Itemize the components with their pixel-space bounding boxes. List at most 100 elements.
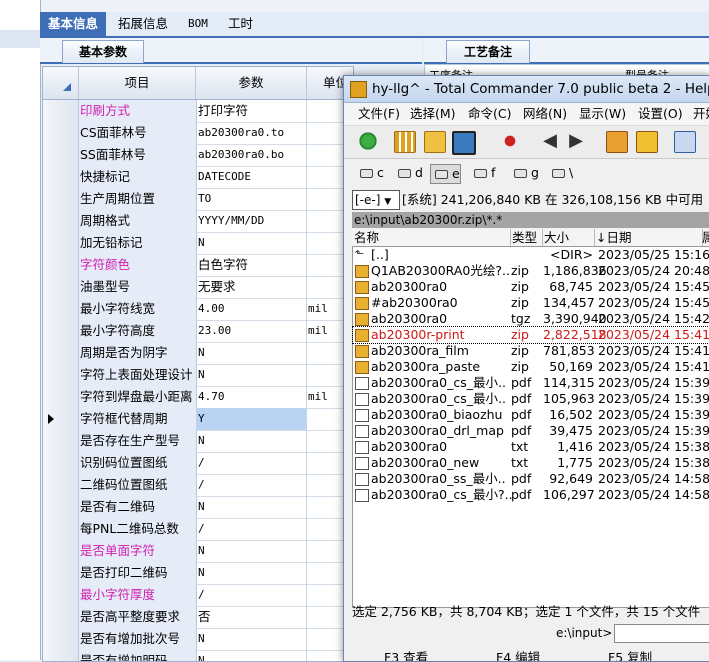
param-value[interactable]: 否 — [196, 606, 307, 628]
row-indicator[interactable] — [43, 386, 79, 408]
table-row[interactable]: 快捷标记 DATECODE — [43, 166, 353, 189]
table-row[interactable]: 周期格式 YYYY/MM/DD — [43, 210, 353, 233]
param-value[interactable]: 4.00 — [196, 298, 307, 320]
param-value[interactable]: N — [196, 628, 307, 650]
table-row[interactable]: 每PNL二维码总数 / — [43, 518, 353, 541]
table-row[interactable]: 周期是否为阴字 N — [43, 342, 353, 365]
table-row[interactable]: 字符上表面处理设计 N — [43, 364, 353, 387]
row-indicator[interactable] — [43, 430, 79, 452]
param-value[interactable]: N — [196, 342, 307, 364]
table-row[interactable]: SS面菲林号 ab20300ra0.bo — [43, 144, 353, 167]
param-value[interactable]: N — [196, 650, 307, 661]
param-value[interactable]: ab20300ra0.to — [196, 122, 307, 144]
drive-button-e[interactable]: e — [430, 164, 461, 184]
menu-network[interactable]: 网络(N) — [523, 103, 567, 125]
row-indicator[interactable] — [43, 122, 79, 144]
file-row[interactable]: ab20300ra0_biaozhu pdf 16,502 2023/05/24 15… — [353, 407, 709, 423]
param-value[interactable]: 23.00 — [196, 320, 307, 342]
tab-process-notes[interactable]: 工艺备注 — [446, 40, 530, 63]
param-value[interactable]: N — [196, 540, 307, 562]
col-type[interactable]: 类型 — [510, 229, 543, 246]
drive-select[interactable]: [-e-] ▼ — [352, 190, 400, 210]
back-arrow-icon[interactable]: ◀ — [540, 131, 560, 151]
unpack-files-icon[interactable] — [636, 131, 658, 153]
file-row[interactable]: ab20300ra_paste zip 50,169 2023/05/24 15:41… — [353, 359, 709, 375]
tc-title-bar[interactable]: hy-llg^ - Total Commander 7.0 public bet… — [344, 76, 709, 103]
drive-button-f[interactable]: f — [470, 164, 495, 182]
menu-select[interactable]: 选择(M) — [410, 103, 456, 125]
menu-view[interactable]: 显示(W) — [579, 103, 626, 125]
row-indicator[interactable] — [43, 100, 79, 122]
drive-button-g[interactable]: g — [510, 164, 539, 182]
row-indicator[interactable] — [43, 232, 79, 254]
full-view-icon[interactable] — [424, 131, 446, 153]
row-indicator[interactable] — [43, 298, 79, 320]
file-row[interactable]: ab20300ra0_new txt 1,775 2023/05/24 15:38-a — [353, 455, 709, 471]
file-row[interactable]: ab20300ra0_ss_最小.. pdf 92,649 2023/05/24 14… — [353, 471, 709, 487]
file-row[interactable]: ab20300ra0_cs_最小.. pdf 105,963 2023/05/24 1… — [353, 391, 709, 407]
col-date[interactable]: ↓日期 — [594, 229, 703, 246]
param-value[interactable]: / — [196, 452, 307, 474]
table-row[interactable]: 是否高平整度要求否 — [43, 606, 353, 629]
param-value[interactable]: / — [196, 584, 307, 606]
row-indicator[interactable] — [43, 166, 79, 188]
file-row[interactable]: ab20300ra0_cs_最小?.. pdf 106,297 2023/05/24 … — [353, 487, 709, 503]
param-value[interactable]: 白色字符 — [196, 254, 307, 276]
row-indicator[interactable] — [43, 276, 79, 298]
row-indicator[interactable] — [43, 188, 79, 210]
file-row[interactable]: ab20300ra_film zip 781,853 2023/05/24 15:41… — [353, 343, 709, 359]
drive-button-network[interactable]: \ — [548, 164, 573, 182]
invert-selection-icon[interactable] — [500, 131, 520, 151]
tab-work-hours[interactable]: 工时 — [220, 12, 261, 36]
file-row[interactable]: ab20300ra0 tgz 3,390,9402023/05/24 15:42-a — [353, 311, 709, 327]
menu-commands[interactable]: 命令(C) — [468, 103, 511, 125]
drive-button-d[interactable]: d — [394, 164, 423, 182]
table-row[interactable]: 加无铅标记 N — [43, 232, 353, 255]
row-indicator[interactable] — [43, 144, 79, 166]
tab-basic-params[interactable]: 基本参数 — [62, 40, 144, 63]
thumbnail-view-icon[interactable] — [452, 131, 476, 155]
refresh-icon[interactable] — [358, 131, 378, 151]
current-path[interactable]: e:\input\ab20300r.zip\*.* — [352, 212, 709, 228]
menu-file[interactable]: 文件(F) — [358, 103, 400, 125]
total-commander-window[interactable]: hy-llg^ - Total Commander 7.0 public bet… — [343, 75, 709, 662]
param-value[interactable]: TO — [196, 188, 307, 210]
param-value[interactable]: YYYY/MM/DD — [196, 210, 307, 232]
table-row[interactable]: 是否存在生产型号 N — [43, 430, 353, 453]
row-indicator[interactable] — [43, 628, 79, 650]
drive-button-c[interactable]: c — [356, 164, 384, 182]
param-value[interactable]: N — [196, 364, 307, 386]
row-indicator[interactable] — [43, 650, 79, 661]
table-row[interactable]: 是否有增加批次号 N — [43, 628, 353, 651]
file-row[interactable]: ab20300ra0_drl_map pdf 39,475 2023/05/24 15… — [353, 423, 709, 439]
file-row[interactable]: ab20300r-print zip 2,822,518 2023/05/24 15:… — [352, 326, 709, 344]
file-row[interactable]: Q1AB20300RA0光绘?.. zip 1,186,836 2023/05/24 … — [353, 263, 709, 279]
forward-arrow-icon[interactable]: ▶ — [566, 131, 586, 151]
row-indicator[interactable] — [43, 518, 79, 540]
param-value[interactable]: N — [196, 496, 307, 518]
col-attr[interactable]: 属 — [702, 229, 709, 246]
col-header-param[interactable]: 参数 — [196, 67, 307, 99]
row-indicator[interactable] — [43, 452, 79, 474]
table-row[interactable]: 油墨型号 无要求 — [43, 276, 353, 299]
param-value[interactable]: / — [196, 474, 307, 496]
row-indicator[interactable] — [43, 320, 79, 342]
row-indicator[interactable] — [43, 254, 79, 276]
table-row[interactable]: 字符框代替周期 Y — [43, 408, 353, 431]
param-value[interactable]: 打印字符 — [196, 100, 307, 122]
table-row[interactable]: 是否有增加明码 N — [43, 650, 353, 661]
table-row[interactable]: 是否有二维码 N — [43, 496, 353, 519]
file-row[interactable]: ab20300ra0 txt 1,416 2023/05/24 15:38-a — [353, 439, 709, 455]
col-size[interactable]: 大小 — [542, 229, 595, 246]
ftp-icon[interactable] — [674, 131, 696, 153]
param-value[interactable]: 4.70 — [196, 386, 307, 408]
param-value[interactable]: N — [196, 232, 307, 254]
row-indicator[interactable] — [43, 562, 79, 584]
param-value[interactable]: 无要求 — [196, 276, 307, 298]
row-indicator[interactable] — [43, 540, 79, 562]
tab-basic-info[interactable]: 基本信息 — [40, 12, 107, 36]
row-indicator[interactable] — [43, 364, 79, 386]
row-indicator[interactable] — [43, 408, 79, 430]
brief-view-icon[interactable] — [394, 131, 416, 153]
table-row[interactable]: 二维码位置图纸 / — [43, 474, 353, 497]
